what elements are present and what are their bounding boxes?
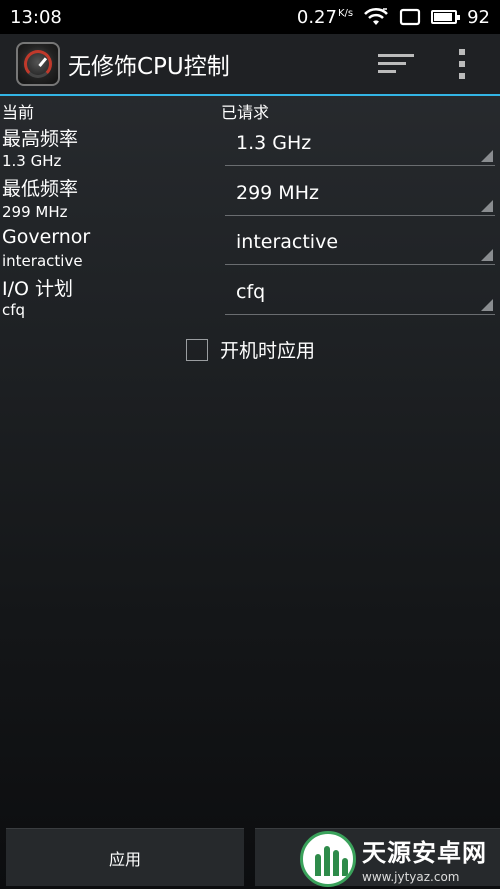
apply-on-boot-label: 开机时应用 <box>220 340 316 362</box>
min-frequency-selected: 299 MHz <box>236 182 319 204</box>
action-bar-divider <box>0 94 500 96</box>
io-scheduler-selected: cfq <box>236 281 266 303</box>
governor-current: interactive <box>2 252 83 270</box>
max-frequency-selected: 1.3 GHz <box>236 132 312 154</box>
spinner-arrow-icon <box>481 299 493 311</box>
governor-spinner[interactable]: interactive <box>225 223 495 265</box>
max-frequency-label: 最高频率 <box>2 128 79 150</box>
speedometer-app-icon <box>16 42 60 86</box>
overflow-menu-icon[interactable] <box>458 49 466 79</box>
min-frequency-spinner[interactable]: 299 MHz <box>225 174 495 216</box>
network-speed-unit: K/s <box>337 7 354 19</box>
watermark-text: 天源安卓网 www.jytyaz.com <box>362 833 487 884</box>
governor-label: Governor <box>2 226 91 248</box>
action-bar: 无修饰CPU控制 <box>0 34 500 94</box>
status-time: 13:08 <box>10 6 62 28</box>
max-frequency-current: 1.3 GHz <box>2 152 62 170</box>
battery-percentage: 92 <box>467 6 490 28</box>
battery-icon <box>431 10 461 24</box>
apply-on-boot-row[interactable]: 开机时应用 <box>186 336 315 363</box>
screen-rotate-icon <box>399 8 421 26</box>
network-speed: 0.27K/s <box>297 7 353 28</box>
sort-icon[interactable] <box>378 52 414 76</box>
spinner-arrow-icon <box>481 200 493 212</box>
watermark-logo-icon <box>300 830 356 887</box>
wifi-icon <box>364 7 389 25</box>
io-scheduler-spinner[interactable]: cfq <box>225 273 495 315</box>
io-scheduler-label: I/O 计划 <box>2 278 73 300</box>
watermark-name: 天源安卓网 <box>362 839 487 867</box>
spinner-arrow-icon <box>481 150 493 162</box>
requested-column-header: 已请求 <box>221 103 270 122</box>
governor-selected: interactive <box>236 231 339 253</box>
io-scheduler-current: cfq <box>2 301 26 319</box>
current-column-header: 当前 <box>2 103 35 122</box>
spinner-arrow-icon <box>481 249 493 261</box>
watermark-url: www.jytyaz.com <box>362 870 460 884</box>
status-indicators: 0.27K/s 92 <box>297 7 490 28</box>
battery-fill <box>434 13 453 21</box>
network-speed-value: 0.27 <box>296 6 337 28</box>
apply-button-label: 应用 <box>108 849 141 869</box>
status-bar: 13:08 0.27K/s 92 <box>0 0 500 34</box>
min-frequency-label: 最低频率 <box>2 178 79 200</box>
max-frequency-spinner[interactable]: 1.3 GHz <box>225 124 495 166</box>
app-title: 无修饰CPU控制 <box>68 54 230 80</box>
apply-on-boot-checkbox[interactable] <box>186 338 208 361</box>
apply-button[interactable]: 应用 <box>6 828 244 886</box>
watermark: 天源安卓网 www.jytyaz.com <box>300 828 500 889</box>
min-frequency-current: 299 MHz <box>2 203 68 221</box>
